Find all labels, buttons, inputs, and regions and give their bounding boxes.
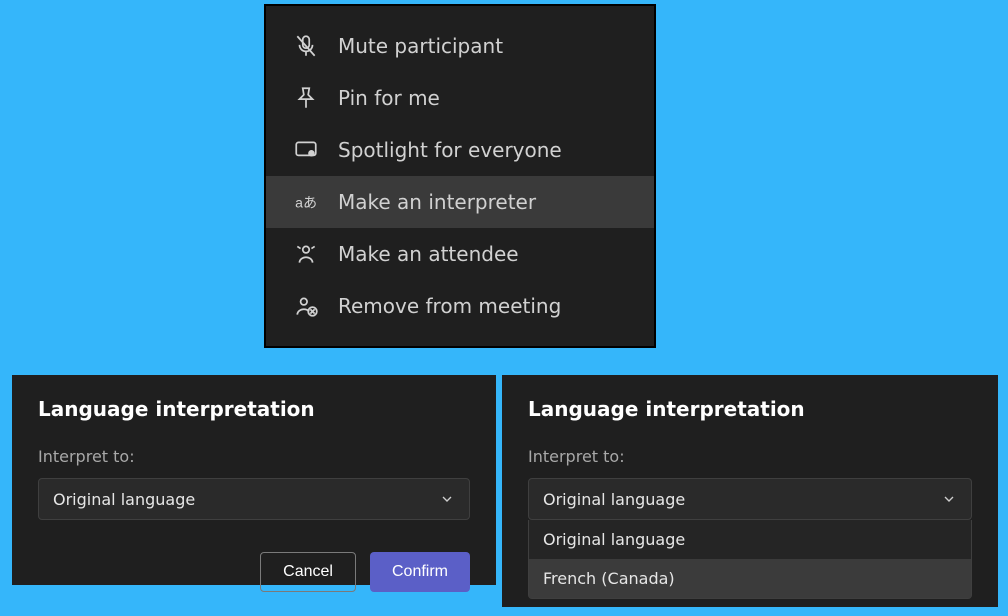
language-interpretation-dialog-open: Language interpretation Interpret to: Or… [502,375,998,607]
menu-item-spotlight-for-everyone[interactable]: Spotlight for everyone [266,124,654,176]
spotlight-icon [292,136,320,164]
menu-item-mute-participant[interactable]: Mute participant [266,20,654,72]
interpret-to-label: Interpret to: [528,447,972,466]
interpret-to-select[interactable]: Original language [38,478,470,520]
mic-off-icon [292,32,320,60]
menu-item-make-interpreter[interactable]: aあ Make an interpreter [266,176,654,228]
participant-context-menu: Mute participant Pin for me Spotlight fo… [264,4,656,348]
pin-icon [292,84,320,112]
select-value: Original language [53,490,195,509]
dialog-title: Language interpretation [528,397,972,421]
interpret-to-select[interactable]: Original language [528,478,972,520]
menu-item-label: Remove from meeting [338,294,561,318]
menu-item-pin-for-me[interactable]: Pin for me [266,72,654,124]
menu-item-label: Pin for me [338,86,440,110]
dialog-title: Language interpretation [38,397,470,421]
dialog-button-row: Cancel Confirm [38,552,470,592]
dropdown-option-french-canada[interactable]: French (Canada) [529,559,971,598]
chevron-down-icon [941,491,957,507]
select-value: Original language [543,490,685,509]
menu-item-remove-from-meeting[interactable]: Remove from meeting [266,280,654,332]
chevron-down-icon [439,491,455,507]
menu-item-make-attendee[interactable]: Make an attendee [266,228,654,280]
attendee-icon [292,240,320,268]
interpret-to-dropdown: Original language French (Canada) [528,520,972,599]
confirm-button[interactable]: Confirm [370,552,470,592]
menu-item-label: Mute participant [338,34,503,58]
menu-item-label: Make an attendee [338,242,519,266]
translate-icon: aあ [292,188,320,216]
menu-item-label: Spotlight for everyone [338,138,562,162]
remove-person-icon [292,292,320,320]
svg-text:aあ: aあ [295,194,317,210]
interpret-to-label: Interpret to: [38,447,470,466]
cancel-button[interactable]: Cancel [260,552,356,592]
dropdown-option-original-language[interactable]: Original language [529,520,971,559]
menu-item-label: Make an interpreter [338,190,536,214]
language-interpretation-dialog: Language interpretation Interpret to: Or… [12,375,496,585]
